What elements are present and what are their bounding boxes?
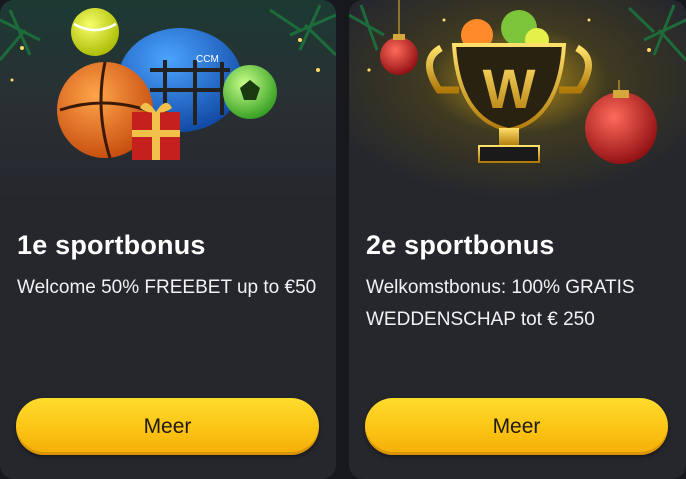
bonus-card-1: CCM 1e sportbonus Welcome 50% FREEBET up…	[0, 0, 336, 479]
more-button[interactable]: Meer	[16, 398, 319, 455]
trophy-illustration: W	[349, 0, 686, 200]
svg-text:W: W	[483, 57, 536, 120]
bonus-description: Welkomstbonus: 100% GRATIS WEDDENSCHAP t…	[366, 277, 635, 330]
sports-balls-illustration: CCM	[0, 0, 336, 200]
more-button[interactable]: Meer	[365, 398, 668, 455]
bonus-title: 2e sportbonus	[366, 230, 555, 260]
svg-text:CCM: CCM	[196, 54, 219, 65]
bonus-title: 1e sportbonus	[17, 230, 206, 260]
bonus-description: Welcome 50% FREEBET up to €50	[17, 277, 317, 298]
bonus-card-2: W 2e sportbonus Welkomstbonus: 100% GRAT…	[349, 0, 686, 479]
